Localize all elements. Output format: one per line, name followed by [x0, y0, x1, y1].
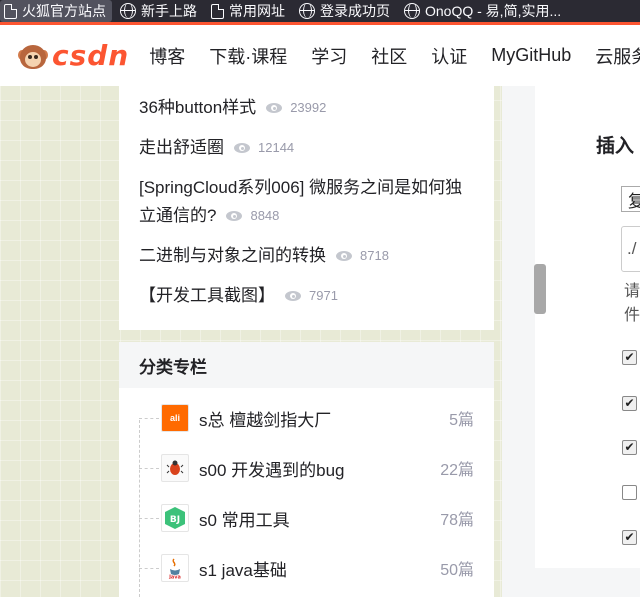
page-icon: [4, 3, 17, 19]
article-title: 二进制与对象之间的转换: [139, 246, 326, 265]
alibaba-logo: ali: [161, 404, 189, 432]
category-name: s总 檀越剑指大厂: [199, 410, 332, 430]
logo-text: csdn: [52, 39, 130, 72]
view-count: 8848: [226, 202, 279, 230]
eye-icon: [226, 211, 243, 221]
option-checkbox[interactable]: [622, 485, 637, 500]
article-title: 36种button样式: [139, 98, 257, 117]
category-item[interactable]: BJ s0 常用工具 78篇: [139, 500, 474, 536]
eye-icon: [266, 103, 283, 113]
article-link[interactable]: 二进制与对象之间的转换 8718: [139, 242, 479, 270]
option-checkbox[interactable]: ✔: [622, 350, 637, 365]
bookmarks-toolbar: 火狐官方站点 新手上路 常用网址 登录成功页 OnoQQ - 易,简,实用...: [0, 0, 640, 22]
eye-icon: [234, 143, 250, 153]
category-name: s0 常用工具: [199, 510, 290, 530]
hot-articles-card: 36种button样式 23992 走出舒适圈 12144 [SpringCloud…: [119, 86, 494, 330]
view-count: 7971: [285, 282, 338, 310]
monkey-mascot-icon: [18, 41, 48, 71]
panel-drag-handle[interactable]: [534, 264, 546, 314]
article-link[interactable]: 【开发工具截图】 7971: [139, 282, 479, 310]
globe-icon: [404, 3, 420, 19]
view-count: 23992: [266, 94, 326, 122]
bug-icon: [161, 454, 189, 482]
view-count: 8718: [336, 242, 389, 270]
bookmark-getting-started[interactable]: 新手上路: [116, 0, 203, 22]
option-checkbox[interactable]: ✔: [622, 396, 637, 411]
category-count: 78篇: [440, 512, 474, 529]
article-link[interactable]: 36种button样式 23992: [139, 94, 479, 122]
view-count: 12144: [234, 134, 294, 162]
svg-text:BJ: BJ: [170, 515, 180, 525]
eye-icon: [285, 291, 301, 301]
dialog-path-input[interactable]: ./: [621, 226, 640, 272]
nav-download-courses[interactable]: 下载·课程: [209, 43, 287, 69]
dialog-select[interactable]: 复: [621, 186, 640, 212]
category-count: 50篇: [440, 562, 474, 579]
java-icon: Java: [161, 554, 189, 582]
bookmark-label: 新手上路: [141, 3, 197, 19]
article-link[interactable]: [SpringCloud系列006] 微服务之间是如何独立通信的? 8848: [139, 174, 479, 230]
option-checkbox[interactable]: ✔: [622, 440, 637, 455]
nav-community[interactable]: 社区: [371, 43, 407, 69]
bookmark-label: 登录成功页: [320, 3, 390, 19]
bookmark-label: OnoQQ - 易,简,实用...: [425, 3, 562, 19]
bookmark-label: 常用网址: [229, 3, 285, 19]
globe-icon: [299, 3, 315, 19]
dialog-title: 插入: [596, 136, 635, 157]
nav-certification[interactable]: 认证: [431, 43, 467, 69]
nav-learn[interactable]: 学习: [311, 43, 347, 69]
bookmark-login-success[interactable]: 登录成功页: [295, 0, 396, 22]
site-header: csdn 博客 下载·课程 学习 社区 认证 MyGitHub 云服务: [0, 22, 640, 86]
bookmark-common-sites[interactable]: 常用网址: [207, 0, 291, 22]
svg-text:Java: Java: [168, 575, 181, 580]
category-item[interactable]: ali s总 檀越剑指大厂 5篇: [139, 400, 474, 436]
article-title: 走出舒适圈: [139, 138, 224, 157]
bookmark-onoqq[interactable]: OnoQQ - 易,简,实用...: [400, 0, 567, 22]
nav-blog[interactable]: 博客: [149, 43, 185, 69]
tool-icon: BJ: [161, 504, 189, 532]
category-item[interactable]: s00 开发遇到的bug 22篇: [139, 450, 474, 486]
bookmark-firefox-official[interactable]: 火狐官方站点: [0, 0, 112, 22]
category-count: 22篇: [440, 462, 474, 479]
category-column-card: 分类专栏 ali s总 檀越剑指大厂 5篇 s00 开发遇到的bug 22篇 B…: [119, 342, 494, 597]
nav-mygithub[interactable]: MyGitHub: [491, 45, 571, 66]
nav-cloud[interactable]: 云服务: [595, 43, 640, 69]
bookmark-label: 火狐官方站点: [22, 3, 106, 19]
category-name: s00 开发遇到的bug: [199, 460, 345, 480]
category-count: 5篇: [449, 412, 474, 429]
category-name: s1 java基础: [199, 560, 287, 580]
globe-icon: [120, 3, 136, 19]
page-icon: [211, 3, 224, 19]
category-title: 分类专栏: [119, 342, 494, 388]
option-checkbox[interactable]: ✔: [622, 530, 637, 545]
article-title: 【开发工具截图】: [139, 286, 275, 305]
article-link[interactable]: 走出舒适圈 12144: [139, 134, 479, 162]
dialog-hint-text: 请件: [624, 283, 640, 324]
article-title: [SpringCloud系列006] 微服务之间是如何独立通信的?: [139, 178, 463, 225]
csdn-logo[interactable]: csdn: [18, 39, 129, 72]
category-item[interactable]: Java s1 java基础 50篇: [139, 550, 474, 586]
eye-icon: [336, 251, 352, 261]
